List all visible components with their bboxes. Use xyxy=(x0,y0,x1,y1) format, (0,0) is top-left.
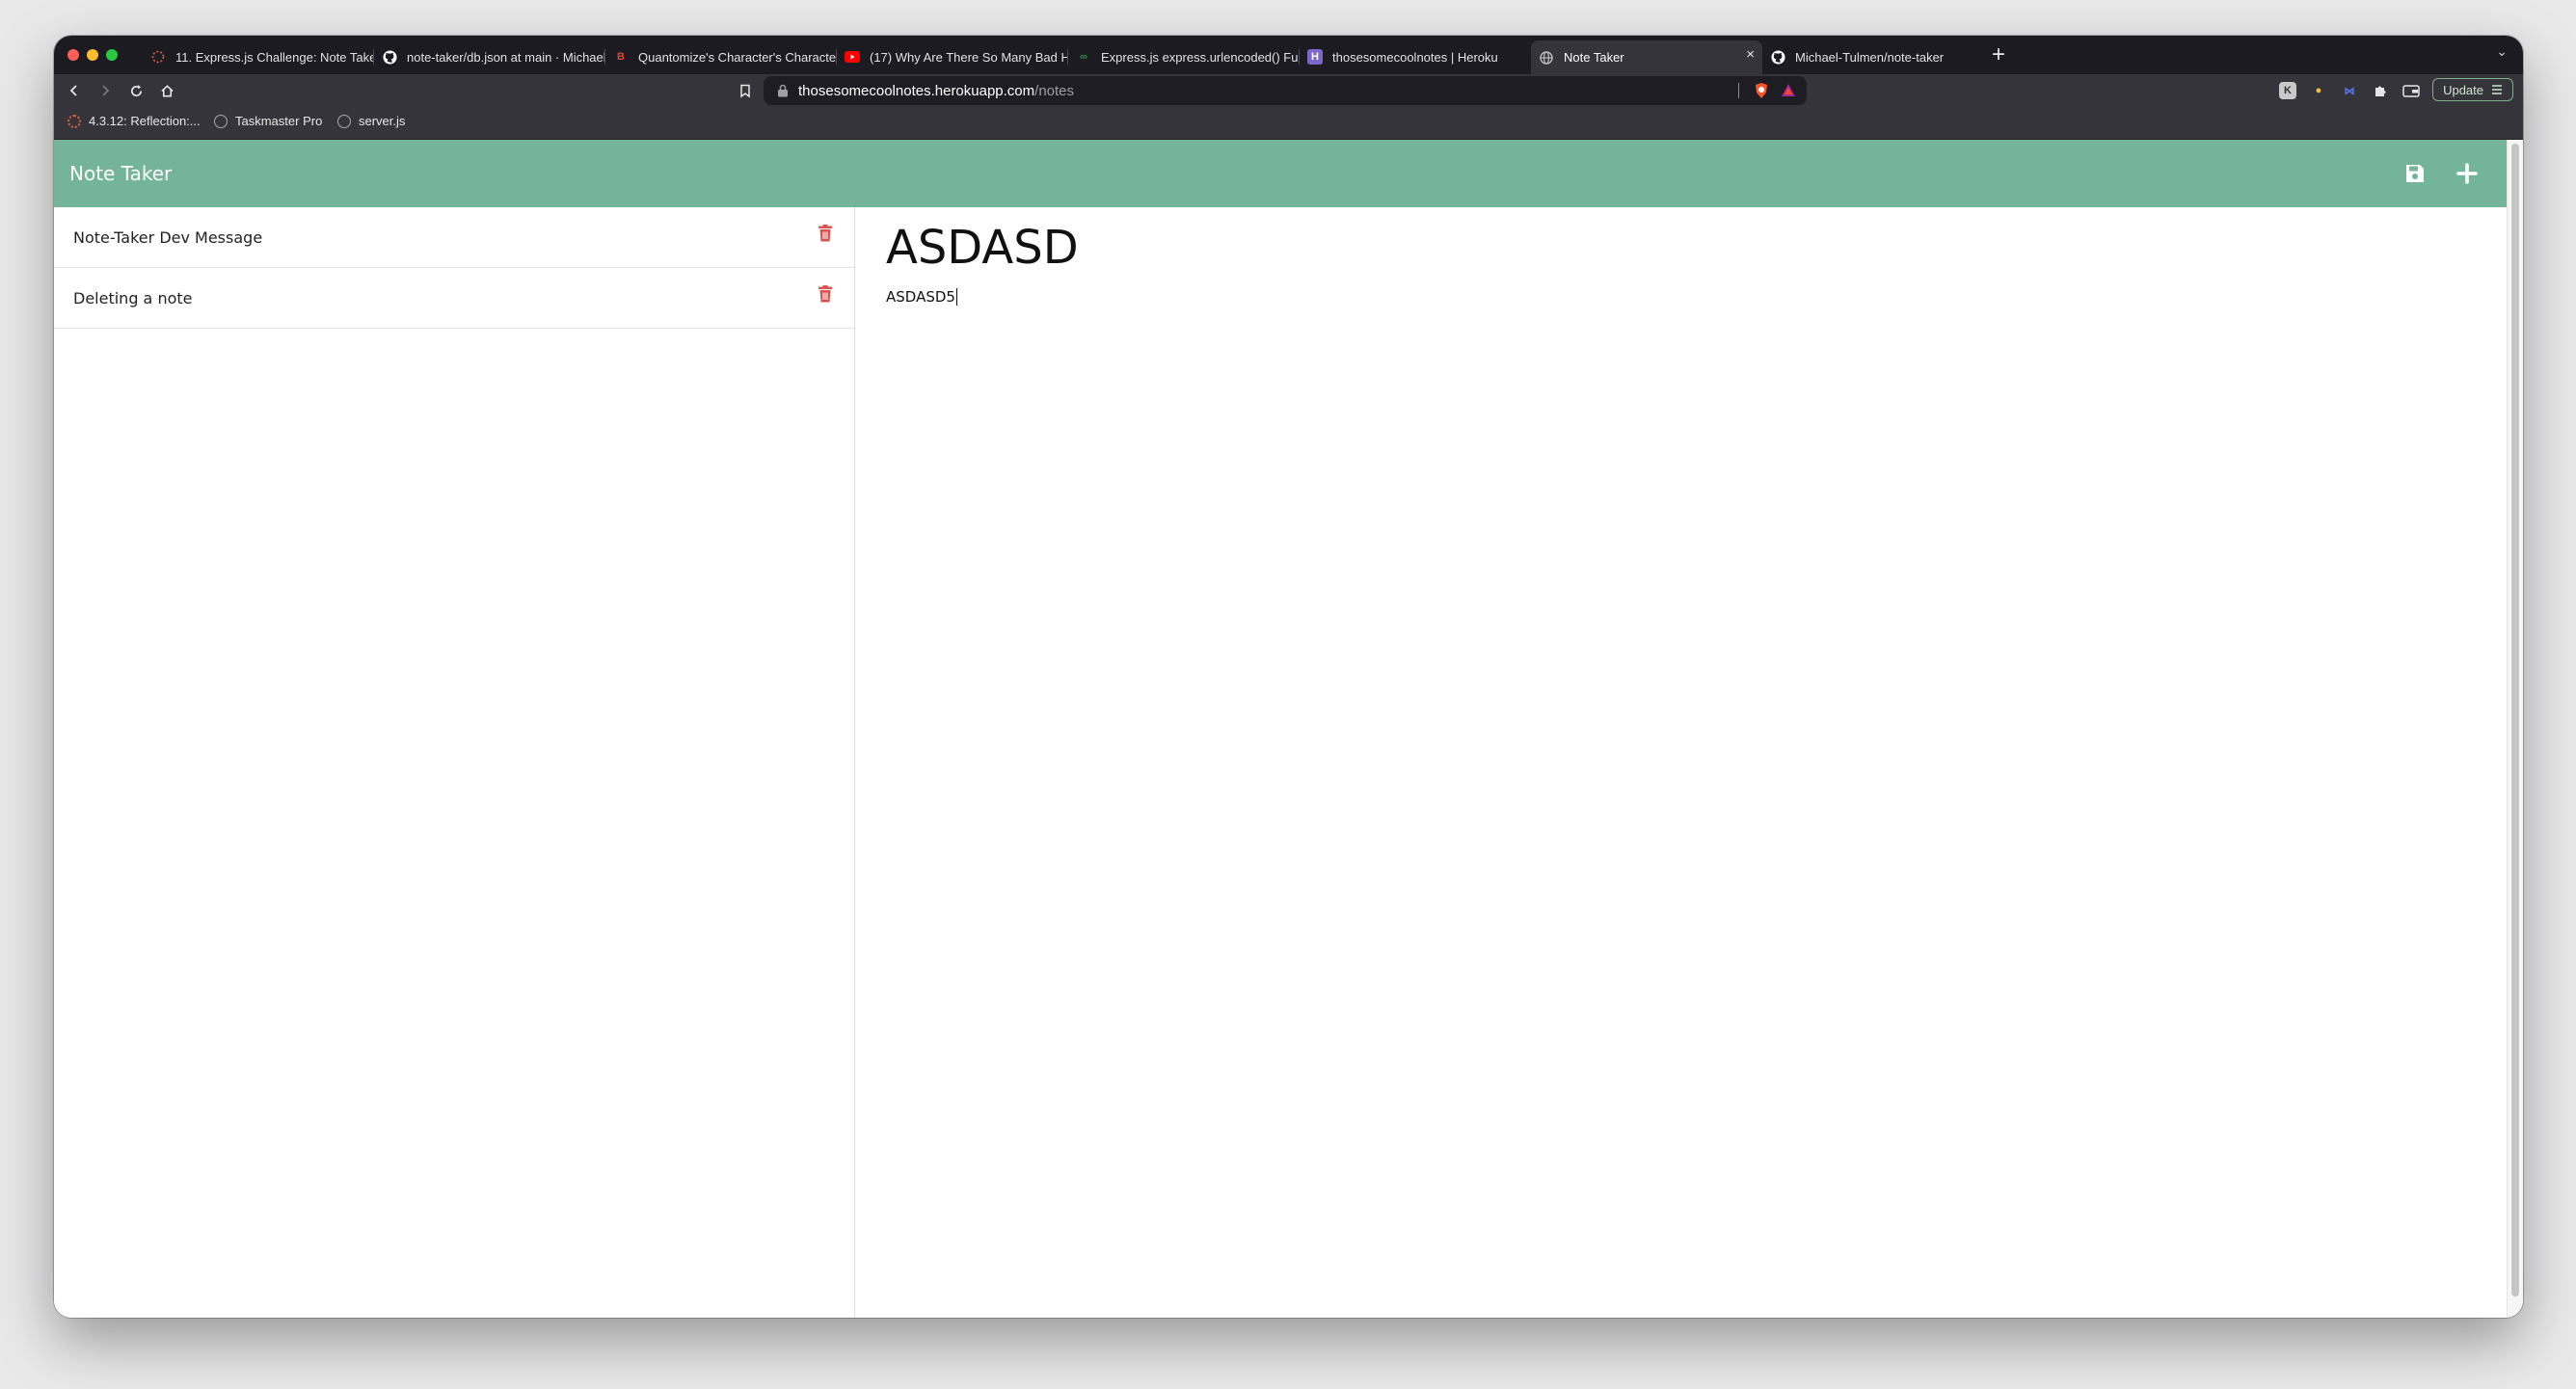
bookmarks-bar: 4.3.12: Reflection:... Taskmaster Pro se… xyxy=(54,107,2523,140)
app-brand[interactable]: Note Taker xyxy=(69,162,172,185)
tab-label: Note Taker xyxy=(1564,50,1624,65)
brave-rewards-icon[interactable] xyxy=(1780,82,1797,99)
menu-icon xyxy=(2492,85,2502,94)
note-editor: ASDASD ASDASD5 xyxy=(886,207,2428,306)
globe-icon xyxy=(214,114,228,128)
home-icon xyxy=(160,84,174,96)
bookmark-reflection[interactable]: 4.3.12: Reflection:... xyxy=(67,114,201,128)
globe-icon xyxy=(337,114,351,128)
note-title-input[interactable]: ASDASD xyxy=(886,217,2428,279)
note-title: Note-Taker Dev Message xyxy=(73,227,263,247)
extensions-puzzle-icon[interactable] xyxy=(2372,82,2389,99)
github-icon xyxy=(1770,49,1785,65)
reload-button[interactable] xyxy=(123,78,148,103)
forward-button[interactable] xyxy=(93,78,118,103)
note-list-item[interactable]: Deleting a note xyxy=(54,268,854,329)
loading-dots-icon xyxy=(150,49,166,65)
tab-strip: 11. Express.js Challenge: Note Taker not… xyxy=(54,36,2523,74)
address-bar[interactable]: thosesomecoolnotes.herokuapp.com/notes xyxy=(764,76,1807,105)
update-label: Update xyxy=(2443,82,2483,97)
close-icon[interactable]: × xyxy=(1746,46,1755,63)
tab-list-chevron-icon[interactable]: ⌄ xyxy=(2496,43,2508,60)
bookmark-label: server.js xyxy=(359,114,406,128)
delete-note-trash-icon[interactable] xyxy=(818,225,837,246)
tab-label: thosesomecoolnotes | Heroku xyxy=(1332,49,1498,65)
wallet-icon[interactable] xyxy=(2402,82,2420,99)
globe-icon xyxy=(1539,50,1554,66)
app-navbar: Note Taker xyxy=(54,140,2508,207)
new-tab-button[interactable]: + xyxy=(1992,41,2005,68)
bookmark-server-js[interactable]: server.js xyxy=(337,114,405,128)
tab-label: Michael-Tulmen/note-taker xyxy=(1795,49,1945,65)
tab-note-taker[interactable]: Note Taker × xyxy=(1531,40,1762,74)
tab-label: Quantomize's Character's Characte xyxy=(638,49,837,65)
minimize-window-button[interactable] xyxy=(87,49,98,61)
back-arrow-icon xyxy=(69,85,77,96)
browser-toolbar: thosesomecoolnotes.herokuapp.com/notes K… xyxy=(54,74,2523,107)
tab-heroku[interactable]: H thosesomecoolnotes | Heroku xyxy=(1300,40,1531,73)
save-icon xyxy=(2406,165,2424,182)
bookmark-taskmaster-pro[interactable]: Taskmaster Pro xyxy=(214,114,322,128)
close-window-button[interactable] xyxy=(67,49,79,61)
extension-butterfly-icon[interactable]: ⋈ xyxy=(2341,82,2358,99)
zoom-window-button[interactable] xyxy=(106,49,118,61)
reload-icon xyxy=(130,84,142,96)
gfg-icon: ∞ xyxy=(1080,51,1087,63)
extension-k-icon[interactable]: K xyxy=(2279,82,2296,99)
tab-express-urlencoded[interactable]: ∞ Express.js express.urlencoded() Fu xyxy=(1068,40,1300,73)
delete-note-trash-icon[interactable] xyxy=(818,285,837,307)
forward-arrow-icon xyxy=(102,85,110,96)
tab-express-challenge[interactable]: 11. Express.js Challenge: Note Taker xyxy=(143,40,374,73)
url-host: thosesomecoolnotes.herokuapp.com xyxy=(798,82,1035,99)
bookmark-button[interactable] xyxy=(733,78,758,103)
note-title: Deleting a note xyxy=(73,288,193,307)
url-divider xyxy=(1738,83,1739,98)
loading-dots-icon xyxy=(67,114,81,128)
note-text-value: ASDASD5 xyxy=(886,288,955,306)
scrollbar-thumb[interactable] xyxy=(2511,144,2519,1296)
github-icon xyxy=(382,49,397,65)
tab-quantomize[interactable]: B Quantomize's Character's Characte xyxy=(605,40,837,73)
save-note-button[interactable] xyxy=(2401,159,2429,188)
url-path: /notes xyxy=(1034,82,1075,99)
bookmark-label: Taskmaster Pro xyxy=(235,114,323,128)
note-list-item[interactable]: Note-Taker Dev Message xyxy=(54,207,854,268)
bookmark-icon xyxy=(740,84,750,97)
page-content: Note Taker Note-Taker Dev Message Deleti… xyxy=(54,140,2508,1318)
brave-shields-icon[interactable] xyxy=(1753,82,1770,99)
new-note-button[interactable] xyxy=(2453,159,2482,188)
tab-label: note-taker/db.json at main · Michael xyxy=(407,49,605,65)
tab-label: Express.js express.urlencoded() Fu xyxy=(1101,49,1299,65)
tab-label: 11. Express.js Challenge: Note Taker xyxy=(175,49,374,65)
note-text-area[interactable]: ASDASD5 xyxy=(886,288,2428,306)
youtube-icon xyxy=(845,49,860,65)
heroku-icon: H xyxy=(1307,49,1323,65)
tab-youtube[interactable]: (17) Why Are There So Many Bad H xyxy=(837,40,1068,73)
plus-icon xyxy=(2456,163,2478,184)
text-caret xyxy=(955,288,957,306)
page-scrollbar[interactable] xyxy=(2507,140,2523,1318)
lock-icon xyxy=(778,84,788,97)
browser-window: 11. Express.js Challenge: Note Taker not… xyxy=(54,36,2523,1318)
notes-list: Note-Taker Dev Message Deleting a note xyxy=(54,207,855,1318)
update-button[interactable]: Update xyxy=(2432,78,2513,101)
tab-github-repo[interactable]: Michael-Tulmen/note-taker xyxy=(1762,40,1994,73)
tab-db-json[interactable]: note-taker/db.json at main · Michael xyxy=(374,40,605,73)
b-letter-icon: B xyxy=(617,51,625,63)
extension-acorn-icon[interactable]: ● xyxy=(2310,82,2327,99)
home-button[interactable] xyxy=(154,78,179,103)
back-button[interactable] xyxy=(62,78,87,103)
tab-label: (17) Why Are There So Many Bad H xyxy=(870,49,1068,65)
bookmark-label: 4.3.12: Reflection:... xyxy=(89,114,201,128)
